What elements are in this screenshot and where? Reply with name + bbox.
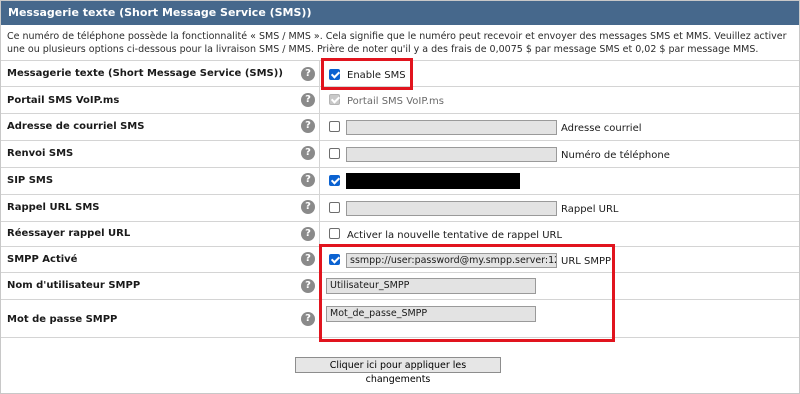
rappel-checkbox[interactable] <box>329 202 340 213</box>
email-input[interactable] <box>346 120 557 135</box>
row-renvoi: Renvoi SMS ? Numéro de téléphone <box>1 140 799 167</box>
portail-checkbox <box>329 94 340 105</box>
renvoi-input[interactable] <box>346 147 557 162</box>
sip-checkbox[interactable] <box>329 175 340 186</box>
smpp-user-label: Nom d'utilisateur SMPP <box>7 280 141 291</box>
help-icon[interactable]: ? <box>301 227 315 241</box>
help-icon[interactable]: ? <box>301 173 315 187</box>
row-reessayer: Réessayer rappel URL ? Activer la nouvel… <box>1 221 799 246</box>
sms-label: Messagerie texte (Short Message Service … <box>7 68 283 79</box>
reessayer-label: Réessayer rappel URL <box>7 228 131 239</box>
help-icon[interactable]: ? <box>301 312 315 326</box>
sip-label: SIP SMS <box>7 175 54 186</box>
help-icon[interactable]: ? <box>301 252 315 266</box>
reessayer-option-label: Activer la nouvelle tentative de rappel … <box>347 230 563 241</box>
smpp-pass-label: Mot de passe SMPP <box>7 314 118 325</box>
portail-label: Portail SMS VoIP.ms <box>7 95 120 106</box>
portail-option-label: Portail SMS VoIP.ms <box>347 96 444 107</box>
reessayer-checkbox[interactable] <box>329 228 340 239</box>
highlight-enable-sms <box>321 58 413 90</box>
highlight-smpp-section <box>319 244 615 342</box>
email-label: Adresse de courriel SMS <box>7 121 145 132</box>
email-checkbox[interactable] <box>329 121 340 132</box>
help-icon[interactable]: ? <box>301 200 315 214</box>
help-icon[interactable]: ? <box>301 146 315 160</box>
help-icon[interactable]: ? <box>301 93 315 107</box>
row-email: Adresse de courriel SMS ? Adresse courri… <box>1 113 799 140</box>
row-sip: SIP SMS ? <box>1 167 799 194</box>
smpp-label: SMPP Activé <box>7 254 78 265</box>
rappel-suffix: Rappel URL <box>561 204 619 215</box>
renvoi-suffix: Numéro de téléphone <box>561 150 670 161</box>
renvoi-checkbox[interactable] <box>329 148 340 159</box>
renvoi-label: Renvoi SMS <box>7 148 74 159</box>
apply-changes-button[interactable]: Cliquer ici pour appliquer les changemen… <box>295 357 501 385</box>
email-suffix: Adresse courriel <box>561 123 642 134</box>
panel-title: Messagerie texte (Short Message Service … <box>1 1 799 25</box>
sms-settings-panel: Messagerie texte (Short Message Service … <box>0 0 800 394</box>
sip-redacted-field <box>346 173 520 189</box>
rappel-label: Rappel URL SMS <box>7 202 100 213</box>
row-rappel: Rappel URL SMS ? Rappel URL <box>1 194 799 221</box>
help-icon[interactable]: ? <box>301 119 315 133</box>
help-icon[interactable]: ? <box>301 67 315 81</box>
rappel-input[interactable] <box>346 201 557 216</box>
help-icon[interactable]: ? <box>301 279 315 293</box>
row-portail: Portail SMS VoIP.ms ? Portail SMS VoIP.m… <box>1 86 799 113</box>
intro-text: Ce numéro de téléphone possède la foncti… <box>7 31 787 55</box>
